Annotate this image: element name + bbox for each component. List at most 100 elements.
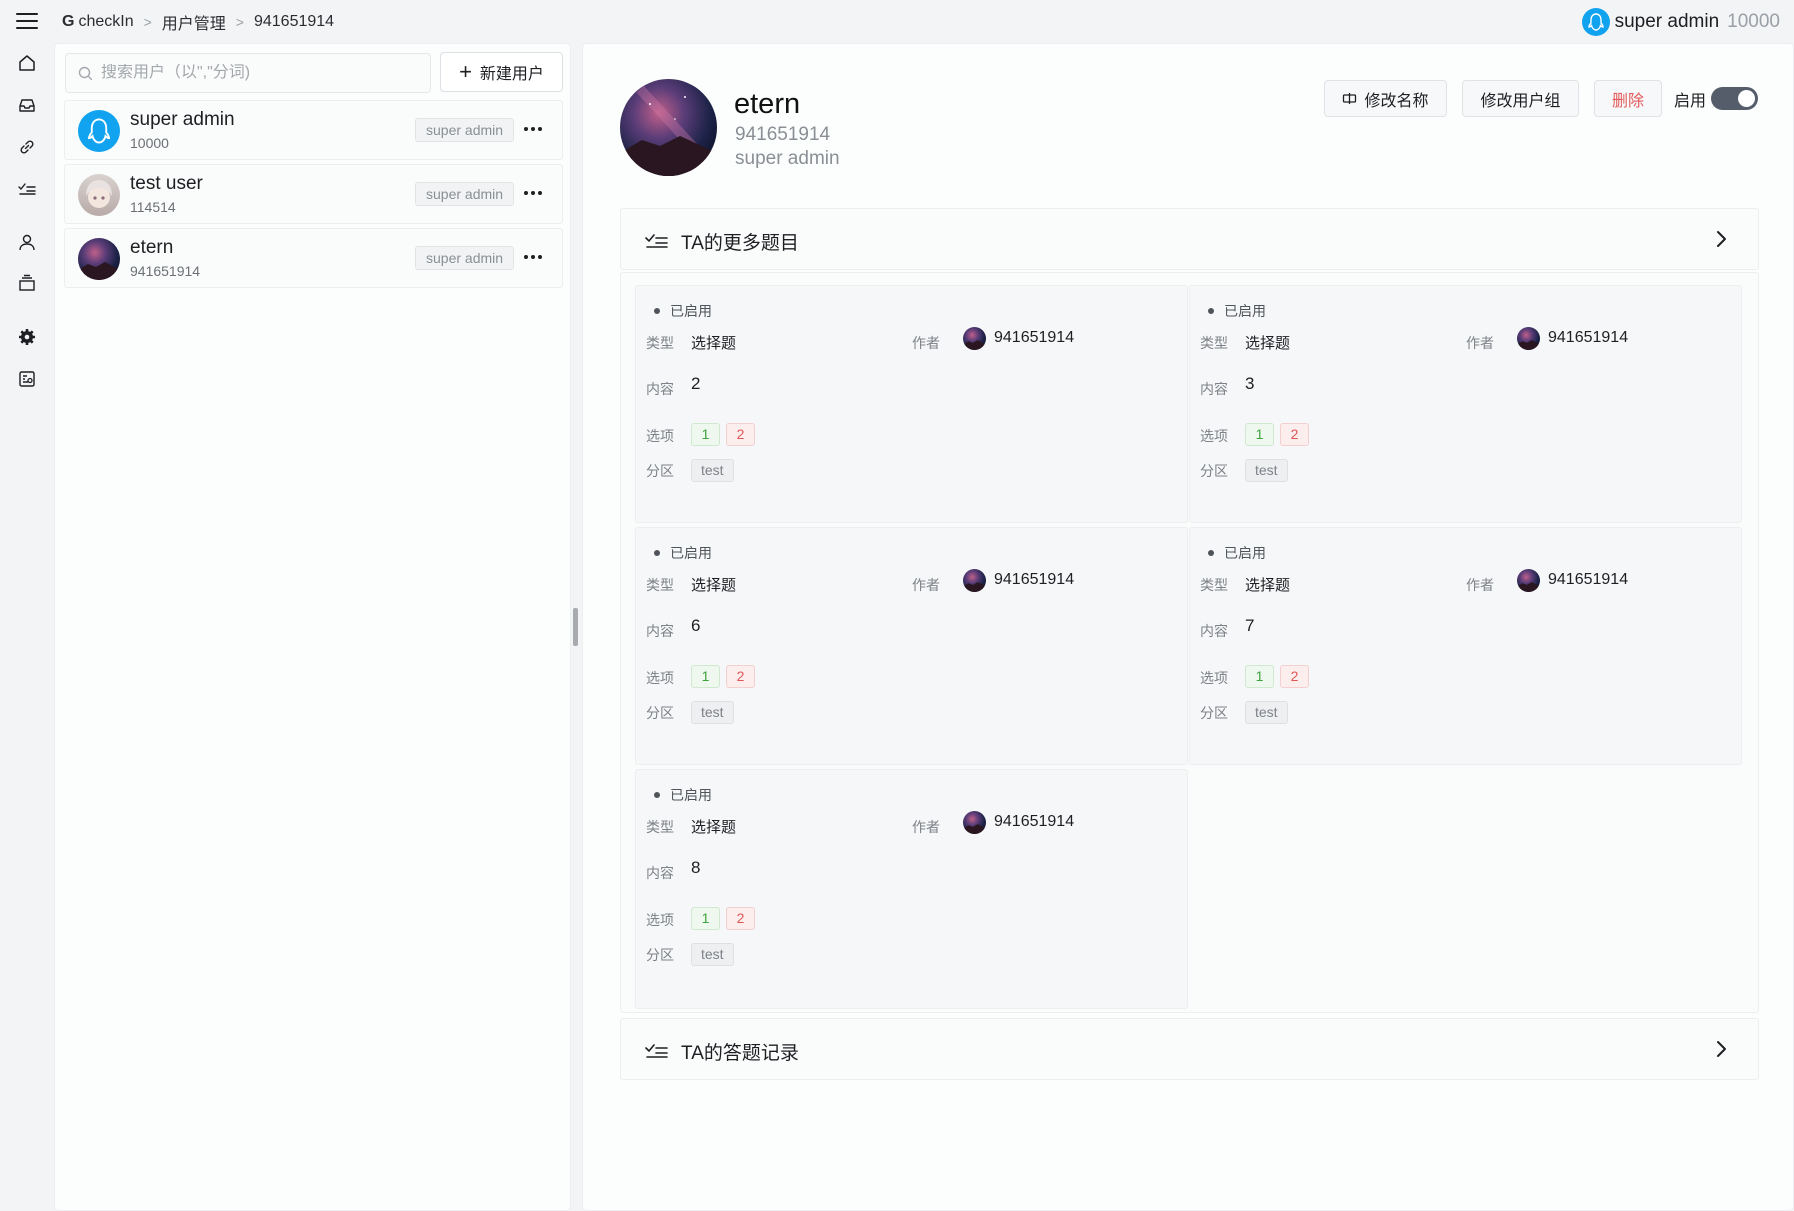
user-row-super-admin[interactable]: super admin 10000 super admin bbox=[64, 100, 563, 160]
author-name: 941651914 bbox=[1548, 571, 1629, 588]
users-panel: + 新建用户 super admin 10000 super admin tes… bbox=[54, 43, 571, 1211]
author-avatar bbox=[963, 569, 986, 592]
search-input[interactable] bbox=[101, 64, 421, 82]
dashboard-icon[interactable] bbox=[16, 368, 38, 390]
type-value: 选择题 bbox=[1245, 577, 1291, 594]
option-wrong: 2 bbox=[726, 665, 755, 688]
chevron-right-icon: > bbox=[143, 14, 152, 30]
link-icon[interactable] bbox=[16, 136, 38, 158]
toggle-knob bbox=[1738, 90, 1755, 107]
answer-records-header[interactable]: TA的答题记录 bbox=[620, 1018, 1759, 1080]
more-questions-header[interactable]: TA的更多题目 bbox=[620, 208, 1759, 270]
author-label: 作者 bbox=[912, 335, 940, 351]
status-dot-icon bbox=[654, 550, 660, 556]
type-label: 类型 bbox=[646, 335, 674, 351]
type-label: 类型 bbox=[1200, 577, 1228, 593]
breadcrumb: G checkIn > 用户管理 > 941651914 bbox=[62, 10, 334, 34]
content-value: 7 bbox=[1245, 616, 1255, 635]
status-text: 已启用 bbox=[670, 303, 712, 319]
partition-label: 分区 bbox=[1200, 705, 1228, 721]
type-value: 选择题 bbox=[691, 577, 737, 594]
qq-avatar-icon bbox=[78, 110, 120, 152]
question-card[interactable]: 已启用 类型 选择题 作者 941651914 内容 7 选项 1 2 分区 t… bbox=[1189, 527, 1742, 765]
gear-icon[interactable] bbox=[16, 326, 38, 348]
new-user-label: 新建用户 bbox=[479, 66, 544, 83]
options-label: 选项 bbox=[1200, 428, 1228, 444]
partition-tag: test bbox=[691, 459, 734, 482]
resize-handle[interactable] bbox=[573, 608, 578, 646]
user-group-tag: super admin bbox=[415, 246, 515, 270]
user-name: etern bbox=[130, 237, 174, 258]
type-label: 类型 bbox=[646, 577, 674, 593]
content-label: 内容 bbox=[646, 623, 674, 639]
user-id: 114514 bbox=[130, 199, 176, 215]
status-dot-icon bbox=[654, 308, 660, 314]
status-dot-icon bbox=[1208, 550, 1214, 556]
author-label: 作者 bbox=[1466, 335, 1494, 351]
type-value: 选择题 bbox=[691, 335, 737, 352]
user-group-tag: super admin bbox=[415, 182, 515, 206]
checklist-icon[interactable] bbox=[16, 177, 38, 199]
status-dot-icon bbox=[654, 792, 660, 798]
author-label: 作者 bbox=[1466, 577, 1494, 593]
question-card[interactable]: 已启用 类型 选择题 作者 941651914 内容 3 选项 1 2 分区 t… bbox=[1189, 285, 1742, 523]
home-icon[interactable] bbox=[16, 52, 38, 74]
content-value: 2 bbox=[691, 374, 701, 393]
author-label: 作者 bbox=[912, 819, 940, 835]
change-group-label: 修改用户组 bbox=[1480, 92, 1561, 110]
rename-button[interactable]: 修改名称 bbox=[1324, 80, 1447, 117]
partition-tag: test bbox=[1245, 701, 1288, 724]
profile-group: super admin bbox=[735, 148, 840, 169]
breadcrumb-app[interactable]: checkIn bbox=[78, 13, 133, 31]
breadcrumb-current: 941651914 bbox=[253, 13, 335, 30]
delete-button[interactable]: 删除 bbox=[1594, 80, 1662, 117]
anime-avatar-icon bbox=[78, 174, 120, 216]
user-row-etern[interactable]: etern 941651914 super admin bbox=[64, 228, 563, 288]
question-card[interactable]: 已启用 类型 选择题 作者 941651914 内容 6 选项 1 2 分区 t… bbox=[635, 527, 1188, 765]
app-logo-icon: G bbox=[62, 13, 75, 30]
author-name: 941651914 bbox=[994, 813, 1075, 830]
options-label: 选项 bbox=[646, 428, 674, 444]
type-label: 类型 bbox=[646, 819, 674, 835]
current-user-chip[interactable]: super admin 10000 bbox=[1581, 8, 1780, 36]
search-box[interactable] bbox=[65, 53, 431, 93]
partition-tag: test bbox=[1245, 459, 1288, 482]
user-icon[interactable] bbox=[16, 231, 38, 253]
breadcrumb-section[interactable]: 用户管理 bbox=[162, 10, 226, 34]
menu-icon[interactable] bbox=[16, 10, 38, 32]
option-correct: 1 bbox=[1245, 423, 1274, 446]
question-card[interactable]: 已启用 类型 选择题 作者 941651914 内容 8 选项 1 2 分区 t… bbox=[635, 769, 1188, 1009]
layers-icon[interactable] bbox=[16, 272, 38, 294]
user-detail-panel: etern 941651914 super admin 修改名称 修改用户组 删… bbox=[582, 43, 1794, 1211]
options-label: 选项 bbox=[646, 912, 674, 928]
current-user-name: super admin bbox=[1614, 11, 1720, 32]
answer-records-title: TA的答题记录 bbox=[681, 1043, 799, 1064]
change-group-button[interactable]: 修改用户组 bbox=[1462, 80, 1579, 117]
inbox-icon[interactable] bbox=[16, 94, 38, 116]
qq-avatar-icon bbox=[1581, 8, 1610, 36]
option-wrong: 2 bbox=[726, 423, 755, 446]
nav-rail bbox=[0, 42, 52, 1211]
options-label: 选项 bbox=[646, 670, 674, 686]
enable-toggle[interactable] bbox=[1711, 87, 1758, 110]
question-card[interactable]: 已启用 类型 选择题 作者 941651914 内容 2 选项 1 2 分区 t… bbox=[635, 285, 1188, 523]
questions-grid: 已启用 类型 选择题 作者 941651914 内容 2 选项 1 2 分区 t… bbox=[620, 272, 1759, 1013]
author-avatar bbox=[1517, 569, 1540, 592]
content-label: 内容 bbox=[646, 865, 674, 881]
option-wrong: 2 bbox=[1280, 665, 1309, 688]
search-icon bbox=[78, 66, 93, 80]
new-user-button[interactable]: + 新建用户 bbox=[440, 52, 563, 92]
status-badge: 已启用 bbox=[654, 543, 712, 563]
user-row-test-user[interactable]: test user 114514 super admin bbox=[64, 164, 563, 224]
profile-avatar bbox=[620, 79, 717, 176]
more-icon[interactable] bbox=[523, 119, 543, 139]
status-badge: 已启用 bbox=[654, 785, 712, 805]
user-name: super admin bbox=[130, 109, 235, 130]
more-icon[interactable] bbox=[523, 247, 543, 267]
author-avatar bbox=[963, 811, 986, 834]
option-correct: 1 bbox=[691, 665, 720, 688]
option-wrong: 2 bbox=[726, 907, 755, 930]
more-icon[interactable] bbox=[523, 183, 543, 203]
status-text: 已启用 bbox=[1224, 303, 1266, 319]
status-dot-icon bbox=[1208, 308, 1214, 314]
